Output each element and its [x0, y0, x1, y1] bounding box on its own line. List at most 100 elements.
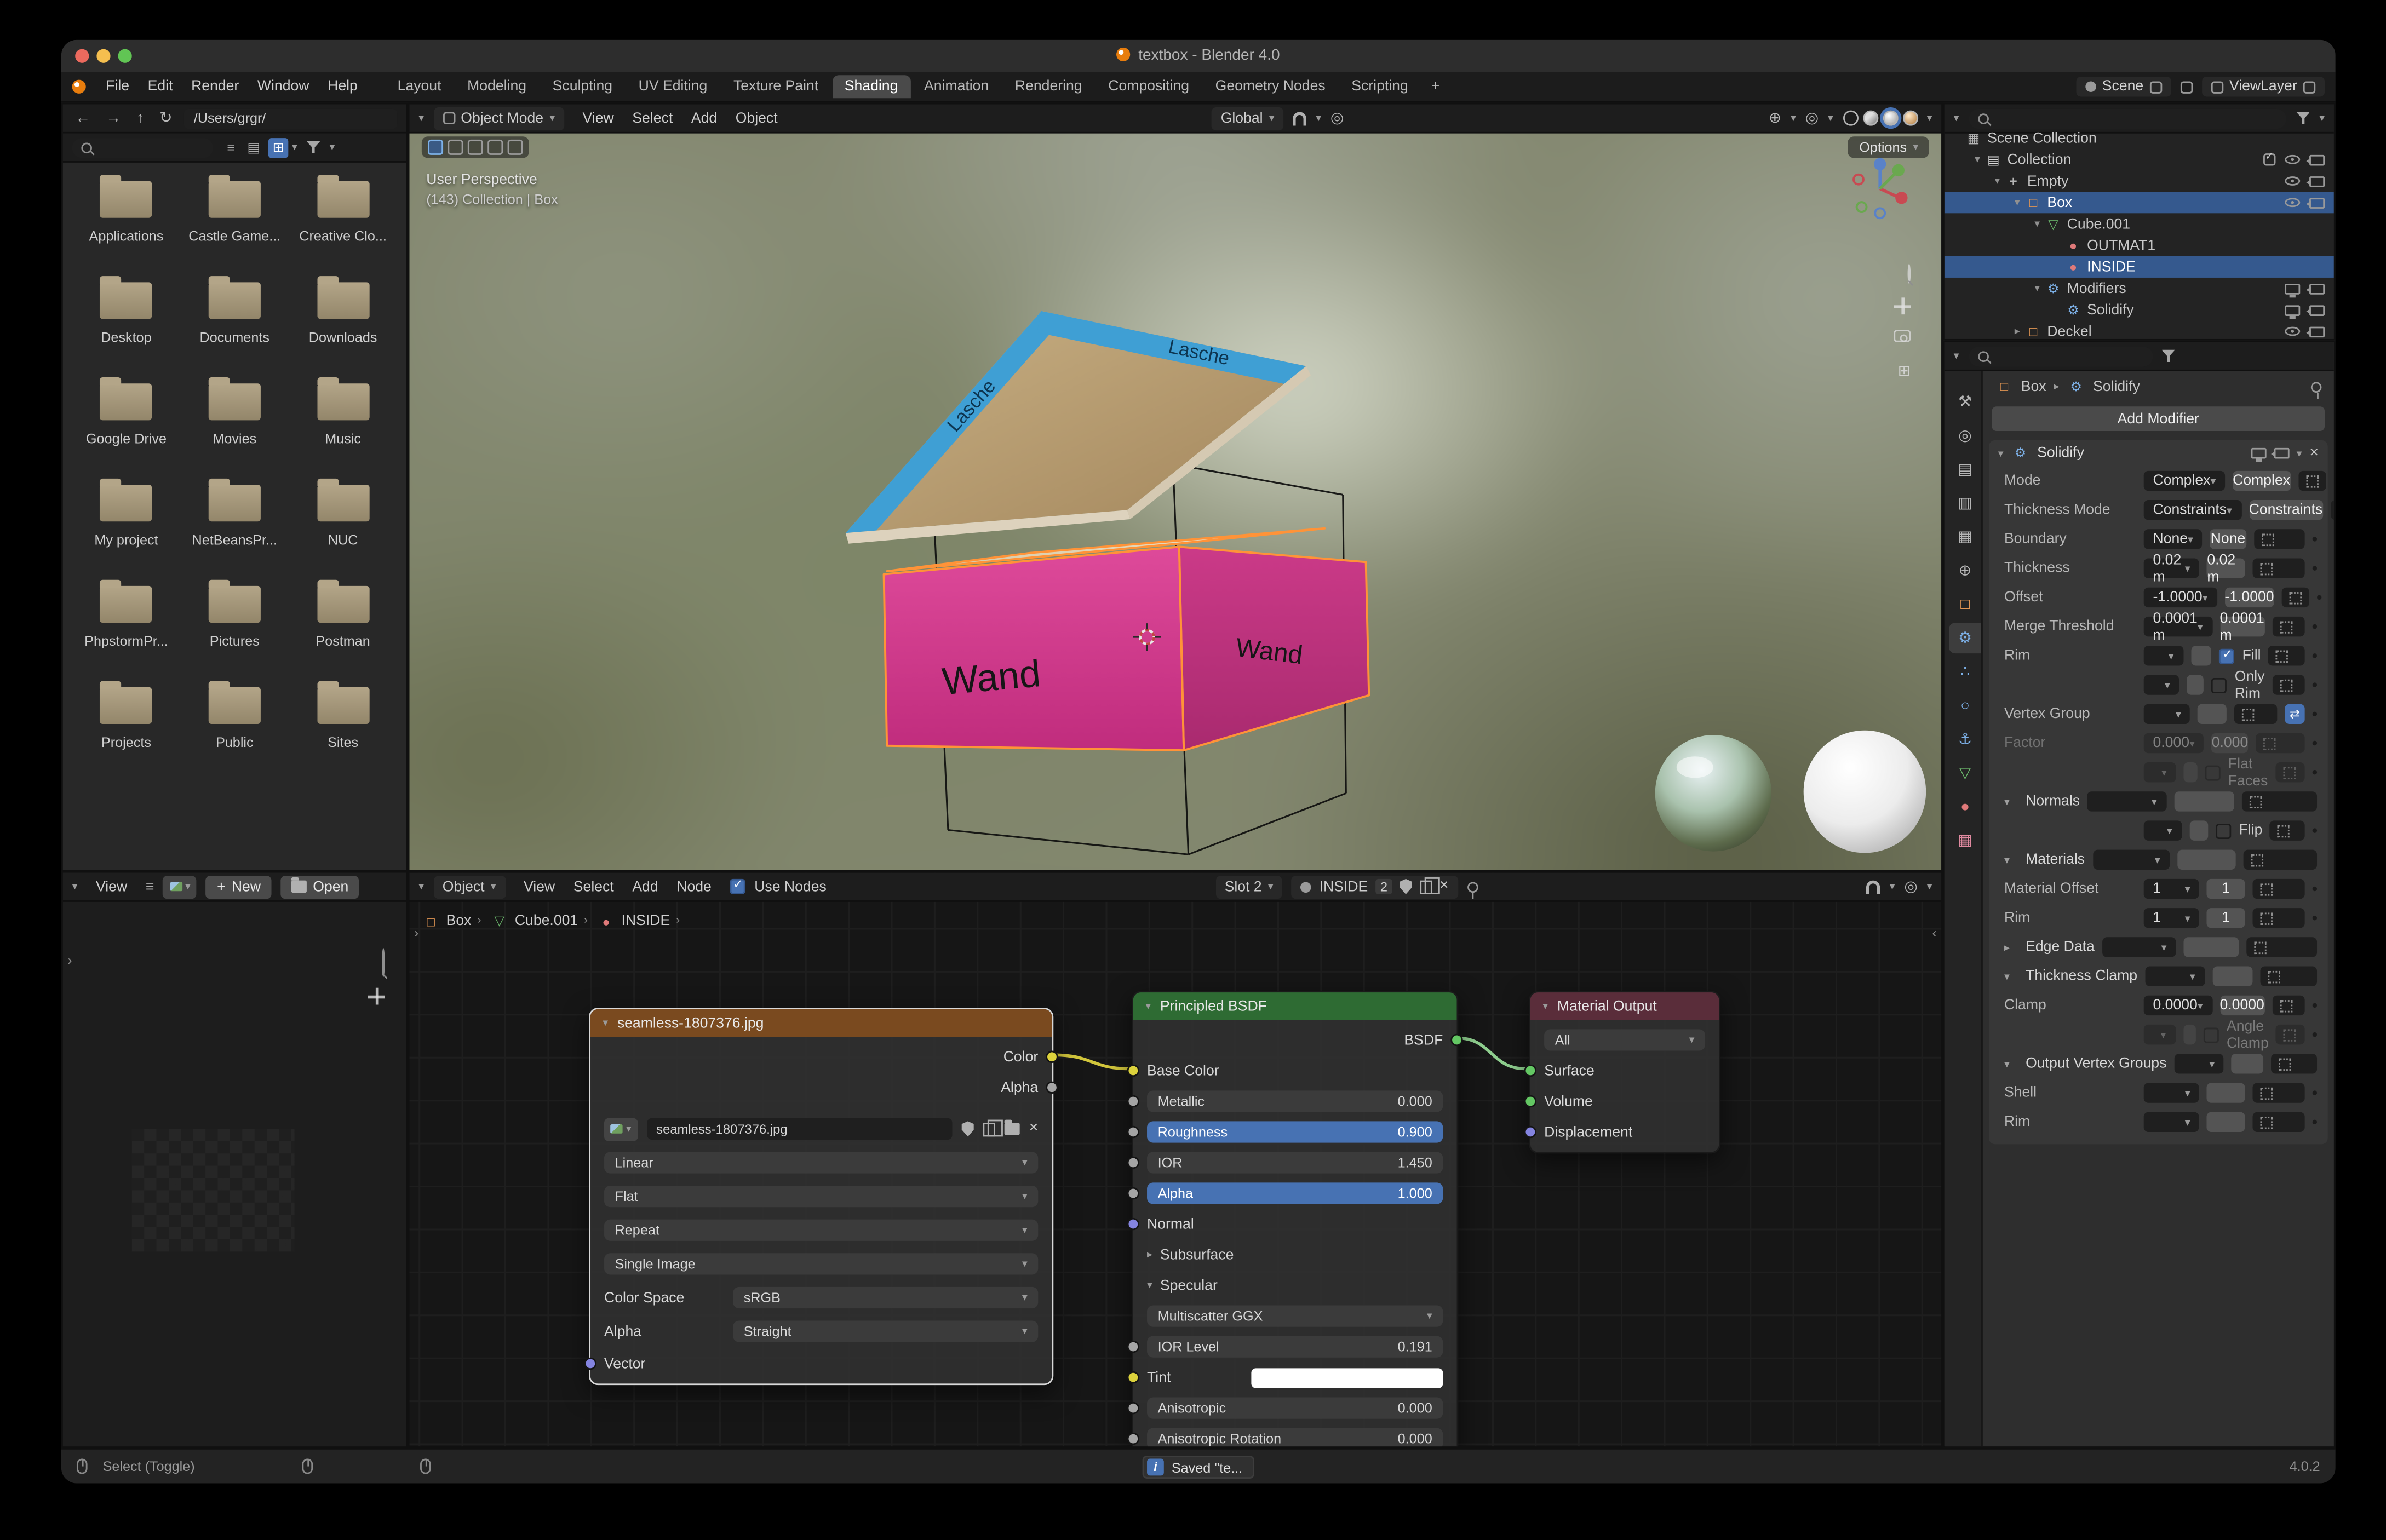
snap-chevron-icon[interactable]: ▾: [1890, 881, 1895, 893]
node-dropdown[interactable]: Linear ▾: [604, 1152, 1038, 1173]
expand-arrow-icon[interactable]: ▾: [2031, 282, 2044, 294]
vertex-group-field[interactable]: [2276, 1025, 2305, 1044]
value-slider[interactable]: Anisotropic Rotation 0.000: [1147, 1428, 1443, 1448]
prop-dropdown[interactable]: ▾: [2145, 967, 2204, 986]
editor-type-icon[interactable]: ▾: [72, 881, 78, 893]
animate-dot[interactable]: [2313, 682, 2317, 687]
prop-dropdown[interactable]: ▾: [2144, 675, 2179, 694]
prop-number-field[interactable]: 0.000: [2212, 733, 2249, 753]
checkbox[interactable]: [2204, 1027, 2219, 1042]
rotate-tool-icon[interactable]: [508, 140, 523, 155]
section-toggle[interactable]: ▾ Specular: [1147, 1277, 1218, 1294]
prop-number-field[interactable]: [2198, 704, 2226, 724]
prop-number-field[interactable]: 1: [2207, 879, 2244, 899]
mode-dropdown[interactable]: Object Mode ▾: [433, 107, 564, 130]
hdri-preview-sphere[interactable]: [1655, 735, 1771, 851]
properties-tab[interactable]: [1949, 420, 1981, 451]
breadcrumb-item[interactable]: Box ›: [422, 912, 481, 929]
viewport-display-icon[interactable]: [2285, 304, 2300, 315]
show-gizmo-icon[interactable]: ⊕: [1769, 110, 1781, 127]
filter-chevron-icon[interactable]: ▾: [329, 141, 335, 153]
vertex-group-field[interactable]: [2256, 733, 2304, 753]
folder-tile[interactable]: Documents: [183, 282, 286, 345]
animate-dot[interactable]: [2313, 537, 2317, 541]
vertex-group-field[interactable]: [2241, 791, 2317, 811]
expand-arrow-icon[interactable]: ▾: [2010, 197, 2024, 209]
value-slider[interactable]: Roughness 0.900: [1147, 1121, 1443, 1142]
shader-type-dropdown[interactable]: Object ▾: [433, 875, 506, 898]
vertex-group-field[interactable]: [2261, 967, 2317, 986]
shading-chevron-icon[interactable]: ▾: [1927, 112, 1932, 124]
prop-number-field[interactable]: 0.0001 m: [2219, 617, 2264, 636]
color-swatch[interactable]: [1251, 1367, 1443, 1387]
expand-arrow-icon[interactable]: ▾: [1970, 153, 1984, 165]
prop-number-field[interactable]: [2207, 1083, 2244, 1102]
tweak-tool-icon[interactable]: [428, 140, 443, 155]
pin-icon[interactable]: [1467, 881, 1478, 892]
image-browse-chip[interactable]: ▾: [604, 1117, 638, 1140]
animate-dot[interactable]: [2317, 595, 2321, 600]
prop-dropdown[interactable]: ▾: [2144, 1025, 2175, 1044]
topbar-menu[interactable]: Help: [318, 77, 366, 96]
back-icon[interactable]: ←: [72, 110, 94, 127]
invert-vertex-group-icon[interactable]: ⇄: [2285, 704, 2304, 724]
expand-arrow-icon[interactable]: ▸: [2010, 325, 2024, 337]
folder-tile[interactable]: Music: [292, 383, 394, 446]
outliner-row[interactable]: ▾ Empty: [1945, 170, 2334, 192]
node-dropdown[interactable]: Straight ▾: [733, 1320, 1038, 1342]
shader-menu[interactable]: Add: [623, 877, 668, 897]
properties-tab[interactable]: [1949, 589, 1981, 620]
collapse-arrow-icon[interactable]: ▾: [1542, 1000, 1548, 1012]
animate-dot[interactable]: [2313, 1090, 2317, 1095]
orthographic-toggle-icon[interactable]: ⊞: [1898, 364, 1911, 381]
vertex-group-field[interactable]: [2246, 937, 2317, 957]
outliner-row[interactable]: Scene Collection: [1945, 127, 2334, 148]
vector-input-socket[interactable]: [584, 1358, 596, 1370]
folder-tile[interactable]: Downloads: [292, 282, 394, 345]
folder-tile[interactable]: NetBeansPr...: [183, 485, 286, 548]
modifier-name[interactable]: Solidify: [2037, 445, 2084, 462]
add-workspace-button[interactable]: +: [1424, 78, 1448, 95]
node-dropdown[interactable]: sRGB ▾: [733, 1287, 1038, 1308]
value-slider[interactable]: Metallic 0.000: [1147, 1090, 1443, 1112]
vertex-group-field[interactable]: [2298, 471, 2325, 491]
select-box-tool-icon[interactable]: [448, 140, 463, 155]
new-scene-icon[interactable]: [2149, 81, 2161, 93]
prop-number-field[interactable]: Complex: [2233, 471, 2290, 491]
cursor-tool-icon[interactable]: [468, 140, 483, 155]
animate-dot[interactable]: [2313, 741, 2317, 745]
gizmo-chevron-icon[interactable]: ▾: [1791, 112, 1796, 124]
prop-dropdown[interactable]: ▾: [2102, 937, 2176, 957]
shading-wireframe-icon[interactable]: [1843, 111, 1858, 126]
image-name-field[interactable]: seamless-1807376.jpg: [647, 1118, 953, 1140]
animate-dot[interactable]: [2313, 1120, 2317, 1124]
viewport-menu[interactable]: Object: [726, 108, 787, 128]
workspace-tab[interactable]: Scripting: [1339, 75, 1420, 98]
prop-number-field[interactable]: Constraints: [2249, 500, 2323, 520]
animate-dot[interactable]: [2313, 624, 2317, 629]
folder-tile[interactable]: Sites: [292, 687, 394, 750]
realtime-display-icon[interactable]: [2251, 448, 2266, 459]
animate-dot[interactable]: [2313, 1032, 2317, 1037]
prop-number-field[interactable]: [2207, 1112, 2244, 1132]
blender-menu-icon[interactable]: [72, 80, 86, 94]
vertex-group-field[interactable]: [2252, 908, 2305, 928]
checkbox[interactable]: [2212, 677, 2227, 693]
breadcrumb-object[interactable]: Box: [2021, 378, 2046, 395]
prop-number-field[interactable]: None: [2210, 529, 2246, 549]
folder-tile[interactable]: Creative Clo...: [292, 181, 394, 244]
checkbox[interactable]: [2216, 823, 2232, 838]
hide-eye-icon[interactable]: [2285, 198, 2300, 207]
vertex-group-field[interactable]: [2272, 996, 2305, 1015]
animate-dot[interactable]: [2313, 770, 2317, 774]
overlays-chevron-icon[interactable]: ▾: [1828, 112, 1833, 124]
material-field[interactable]: INSIDE 2 ×: [1292, 875, 1458, 898]
input-socket[interactable]: [1524, 1126, 1536, 1138]
vertex-group-field[interactable]: [2270, 1054, 2317, 1073]
prop-dropdown[interactable]: Constraints ▾: [2144, 500, 2241, 520]
sidebar-expand-icon[interactable]: ›: [414, 925, 418, 940]
vertex-group-field[interactable]: [2252, 1112, 2305, 1132]
filter-icon[interactable]: [306, 141, 320, 153]
node-header[interactable]: ▾ seamless-1807376.jpg: [590, 1009, 1052, 1037]
input-socket[interactable]: [1524, 1095, 1536, 1107]
